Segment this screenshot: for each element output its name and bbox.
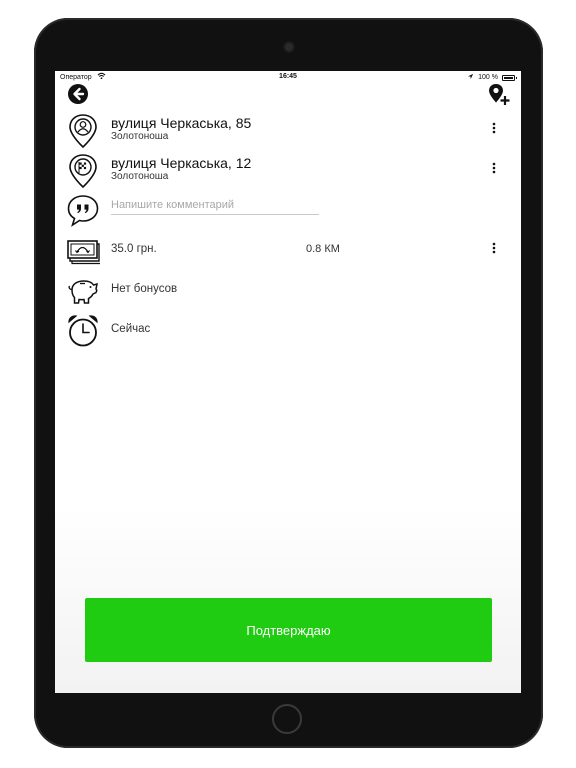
- app-screen: Оператор 16:45 100 % вулиця Черкаська, 8…: [55, 71, 521, 693]
- piggy-bank-icon: [66, 273, 100, 309]
- destination-city: Золотоноша: [111, 171, 169, 182]
- battery-icon: [502, 74, 517, 81]
- alarm-clock-icon: [66, 313, 100, 349]
- pickup-row[interactable]: вулиця Черкаська, 85 Золотоноша: [55, 111, 521, 149]
- bonus-text: Нет бонусов: [111, 283, 178, 295]
- more-vertical-icon[interactable]: [489, 161, 499, 175]
- front-camera: [285, 43, 293, 51]
- destination-flag-pin-icon: [66, 153, 100, 189]
- battery-percent: 100 %: [478, 74, 498, 81]
- more-vertical-icon[interactable]: [489, 121, 499, 135]
- add-location-icon[interactable]: [487, 83, 511, 107]
- comment-quote-icon: [66, 193, 100, 229]
- order-time: Сейчас: [111, 323, 151, 335]
- comment-row: [55, 191, 521, 229]
- time-row[interactable]: Сейчас: [55, 311, 521, 349]
- status-bar: Оператор 16:45 100 %: [55, 71, 521, 84]
- pickup-city: Золотоноша: [111, 131, 169, 142]
- home-button[interactable]: [272, 704, 302, 734]
- pickup-pin-icon: [66, 113, 100, 149]
- status-time: 16:45: [279, 73, 297, 80]
- more-vertical-icon[interactable]: [489, 241, 499, 255]
- status-right: 100 %: [467, 73, 517, 82]
- pickup-street: вулиця Черкаська, 85: [111, 115, 252, 131]
- confirm-button[interactable]: Подтверждаю: [85, 598, 492, 662]
- location-arrow-icon: [467, 73, 474, 82]
- bonus-row: Нет бонусов: [55, 271, 521, 309]
- destination-row[interactable]: вулиця Черкаська, 12 Золотоноша: [55, 151, 521, 189]
- price-amount: 35.0 грн.: [111, 243, 157, 255]
- comment-input[interactable]: [111, 196, 319, 215]
- back-arrow-icon[interactable]: [67, 83, 89, 105]
- money-icon: [66, 233, 101, 269]
- destination-street: вулиця Черкаська, 12: [111, 155, 252, 171]
- trip-distance: 0.8 КМ: [306, 243, 340, 255]
- price-row: 35.0 грн. 0.8 КМ: [55, 231, 521, 269]
